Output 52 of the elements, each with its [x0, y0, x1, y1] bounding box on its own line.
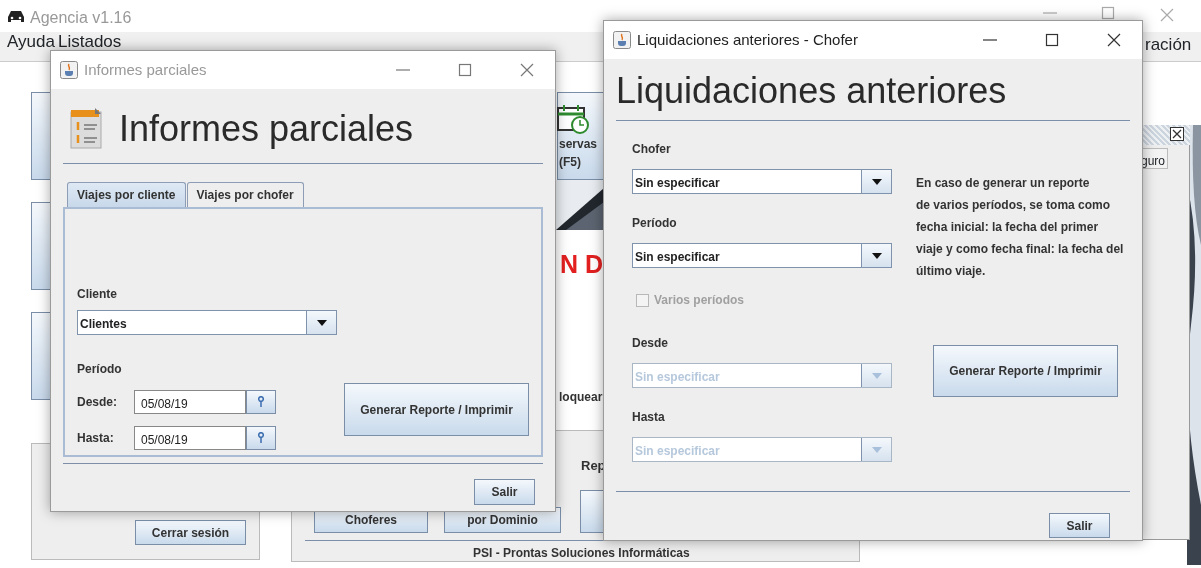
date-picker-button[interactable] [246, 426, 276, 450]
date-picker-button[interactable] [246, 390, 276, 414]
app-icon [613, 31, 631, 49]
dropdown-field[interactable]: Clientes [77, 310, 337, 335]
tab[interactable]: Viajes por chofer [186, 182, 304, 207]
exit-button[interactable]: Salir [474, 479, 535, 505]
footer-text: PSI - Prontas Soluciones Informáticas [473, 545, 690, 562]
dropdown-field[interactable]: Sin especificar [632, 243, 892, 269]
report-icon [69, 108, 103, 150]
menu-item[interactable]: Ayuda [7, 33, 55, 51]
info-text: En caso de generar un reporte de varios períodos, se toma como fecha inicial: la fecha del primer viaje y como fecha final: la fecha del último viaje. [916, 175, 1124, 281]
report-button[interactable] [580, 490, 604, 533]
car-icon [6, 8, 26, 24]
exit-button[interactable]: Salir [1049, 513, 1110, 539]
pin-icon [258, 396, 264, 408]
window-title: Agencia v1.16 [30, 8, 132, 28]
logout-button[interactable]: Cerrar sesión [135, 520, 246, 545]
close-icon[interactable] [1105, 31, 1123, 49]
heading: Informes parciales [119, 107, 414, 151]
banner-text: N D [560, 249, 604, 280]
date-field[interactable]: 05/08/19 [134, 426, 246, 450]
dropdown-arrow-icon [316, 319, 327, 326]
dropdown-field[interactable]: Sin especificar [632, 169, 892, 195]
app-icon [60, 61, 78, 79]
menu-item[interactable]: ración [1145, 36, 1192, 54]
generate-report-button[interactable]: Generar Reporte / Imprimir [933, 345, 1118, 398]
field-label: Período [632, 215, 678, 233]
field-label: Desde: [77, 394, 118, 411]
dropdown-arrow-icon [871, 446, 882, 453]
heading: Liquidaciones anteriores [616, 69, 1008, 113]
generate-report-button[interactable]: Generar Reporte / Imprimir [344, 383, 529, 436]
reservas-button[interactable]: servas (F5) [557, 92, 604, 180]
field-label: Hasta: [77, 430, 115, 447]
close-icon [1170, 127, 1184, 141]
field-label: Hasta [632, 409, 666, 427]
field-label: Desde [632, 335, 670, 353]
menu-item[interactable]: Listados [58, 33, 122, 51]
field-label: Período [77, 361, 123, 378]
field-label: Chofer [632, 141, 672, 159]
pin-icon [258, 432, 264, 444]
checkbox-label: Varios períodos [654, 292, 745, 310]
dropdown-arrow-icon [871, 252, 882, 259]
dropdown-arrow-icon [871, 178, 882, 185]
dropdown-arrow-icon [871, 372, 882, 379]
window-title: Informes parciales [84, 59, 208, 80]
date-field[interactable]: 05/08/19 [134, 390, 246, 414]
tab[interactable]: Viajes por cliente [67, 182, 186, 207]
window-title: Liquidaciones anteriores - Chofer [637, 29, 859, 50]
block-label: loquear [559, 389, 603, 406]
calendar-icon [556, 103, 590, 135]
field-label: Cliente [77, 286, 118, 303]
maximize-icon[interactable] [1043, 31, 1061, 49]
